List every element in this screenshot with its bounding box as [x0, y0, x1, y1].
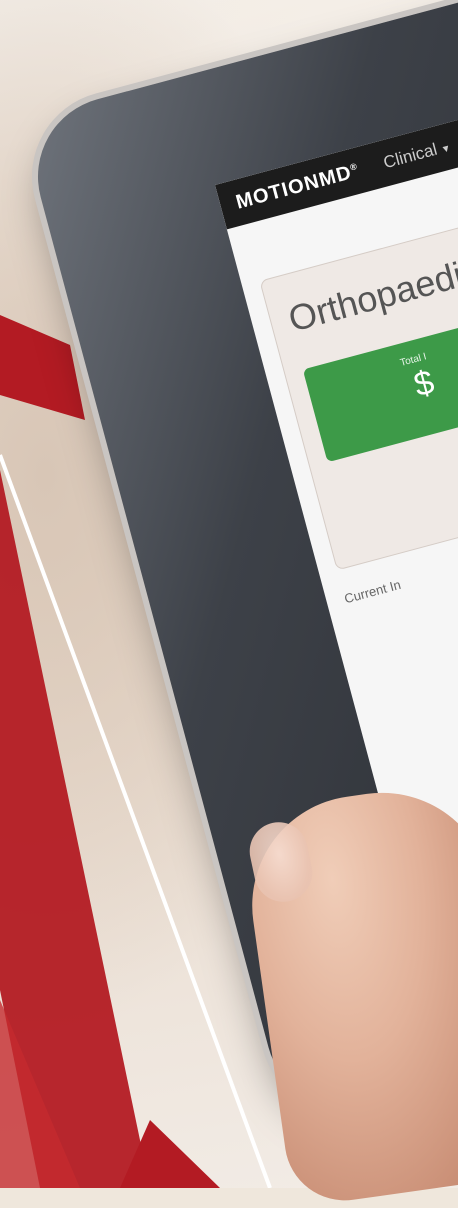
nav-clinical[interactable]: Clinical▼	[381, 136, 453, 173]
chevron-down-icon: ▼	[439, 142, 453, 157]
stat-value: $	[409, 362, 439, 405]
red-band-top	[0, 315, 85, 420]
